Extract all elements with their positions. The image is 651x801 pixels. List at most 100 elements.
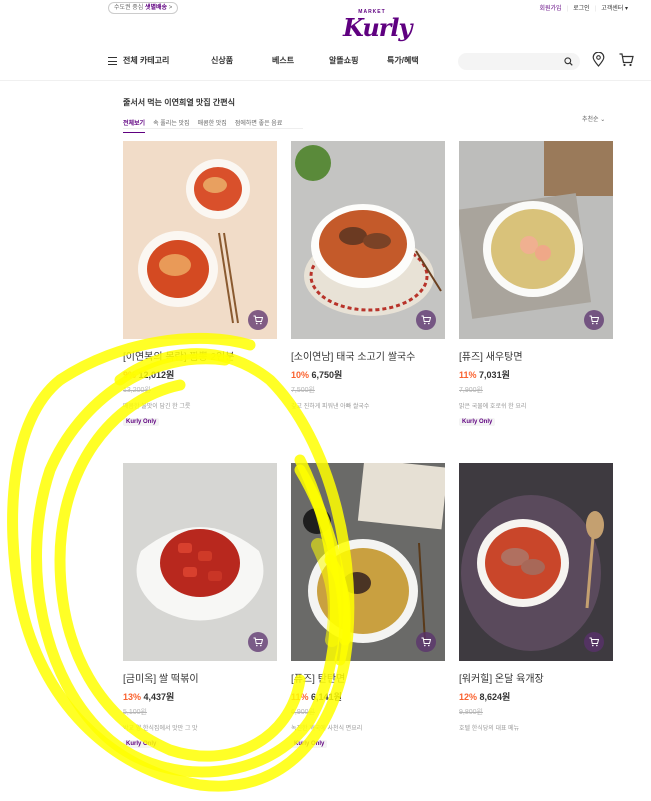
tab-spicy[interactable]: 매콤한 맛집	[198, 117, 227, 133]
product-photo	[291, 141, 445, 339]
original-price: 13,200원	[123, 387, 151, 394]
sale-price: 7,031원	[479, 370, 510, 380]
original-price: 9,800원	[459, 709, 483, 716]
logo-kurly-text: Kurly	[343, 13, 412, 42]
product-description: 매콤한 불맛이 담긴 한 그릇	[123, 404, 191, 410]
add-to-cart-button[interactable]	[416, 310, 436, 330]
product-price-row: 12% 8,624원	[459, 690, 613, 703]
product-name[interactable]: [이연복의 목란] 짬뽕 2인분	[123, 348, 277, 363]
sale-price: 8,624원	[479, 692, 511, 702]
cart-icon	[253, 315, 263, 325]
add-to-cart-button[interactable]	[584, 310, 604, 330]
cart-icon	[253, 637, 263, 647]
product-price-row: 9% 12,012원	[123, 368, 277, 381]
product-card[interactable]: [워커힐] 온달 육개장 12% 8,624원 9,800원 호텔 한식당의 대…	[459, 463, 613, 732]
tab-soup[interactable]: 속 풀리는 맛집	[153, 117, 189, 133]
product-card[interactable]: [퓨즈] 새우탕면 11% 7,031원 7,900원 맑은 국물에 호로쉬 한…	[459, 141, 613, 428]
cart-icon	[589, 637, 599, 647]
product-image[interactable]	[123, 463, 277, 661]
product-description: 박교 양 한식집에서 맛만 그 맛	[123, 726, 198, 732]
product-image[interactable]	[291, 141, 445, 339]
kurly-only-badge: Kurly Only	[123, 740, 160, 748]
sale-price: 4,437원	[143, 692, 175, 702]
product-card[interactable]: [소이연남] 태국 소고기 쌀국수 10% 6,750원 7,500원 깊고 진…	[291, 141, 445, 410]
delivery-area-badge[interactable]: 수도권 중심 샛별배송 >	[108, 2, 179, 14]
product-photo	[459, 463, 613, 661]
product-photo	[459, 141, 613, 339]
discount-rate: 10%	[291, 370, 310, 380]
cart-icon	[589, 315, 599, 325]
discount-rate: 12%	[459, 692, 478, 702]
cart-icon	[421, 637, 431, 647]
product-card[interactable]: [금미옥] 쌀 떡볶이 13% 4,437원 5,100원 박교 양 한식집에서…	[123, 463, 277, 750]
top-utility-bar: 수도권 중심 샛별배송 > 회원가입 | 로그인 | 고객센터 ▾	[0, 0, 651, 16]
original-price: 6,900원	[291, 709, 315, 716]
product-card[interactable]: [퓨즈] 탄탄면 11% 6,141원 6,900원 녹진한 깨국에 사천식 면…	[291, 463, 445, 750]
kurly-logo[interactable]: MARKET Kurly	[343, 9, 412, 42]
product-description: 깊고 진하게 피워낸 아빠 쌀국수	[291, 404, 370, 410]
add-to-cart-button[interactable]	[416, 632, 436, 652]
discount-rate: 13%	[123, 692, 142, 702]
sale-price: 6,750원	[311, 370, 343, 380]
product-name[interactable]: [퓨즈] 새우탕면	[459, 348, 613, 363]
nav-special-deals[interactable]: 특가/혜택	[387, 55, 419, 66]
section-title: 줄서서 먹는 이연희열 맛집 간편식	[123, 98, 235, 107]
search-box	[458, 53, 580, 70]
nav-bargain[interactable]: 알뜰쇼핑	[329, 55, 358, 66]
tab-all[interactable]: 전체보기	[123, 117, 146, 133]
product-image[interactable]	[459, 463, 613, 661]
sale-price: 12,012원	[138, 370, 175, 380]
sort-dropdown[interactable]: 추천순 ⌄	[582, 114, 605, 123]
delivery-prefix: 수도권 중심	[114, 5, 145, 11]
product-description: 녹진한 깨국에 사천식 면요리	[291, 726, 363, 732]
product-price-row: 11% 7,031원	[459, 368, 613, 381]
product-name[interactable]: [퓨즈] 탄탄면	[291, 670, 445, 685]
tab-divider	[123, 128, 303, 129]
customer-center-link[interactable]: 고객센터 ▾	[596, 3, 633, 12]
nav-new-products[interactable]: 신상품	[211, 55, 233, 66]
kurly-only-badge: Kurly Only	[291, 740, 328, 748]
product-image[interactable]	[291, 463, 445, 661]
product-description: 호텔 한식당의 대표 메뉴	[459, 726, 520, 732]
kurly-only-badge: Kurly Only	[459, 418, 496, 426]
original-price: 7,900원	[459, 387, 483, 394]
original-price: 7,500원	[291, 387, 315, 394]
discount-rate: 11%	[459, 370, 477, 380]
product-price-row: 13% 4,437원	[123, 690, 277, 703]
product-photo	[123, 463, 277, 661]
product-price-row: 11% 6,141원	[291, 690, 445, 703]
all-category-menu[interactable]: 전체 카테고리	[123, 55, 169, 66]
add-to-cart-button[interactable]	[248, 632, 268, 652]
add-to-cart-button[interactable]	[248, 310, 268, 330]
filter-tabs: 전체보기 속 풀리는 맛집 매콤한 맛집 점에하면 좋은 음료	[123, 112, 290, 133]
cart-icon	[421, 315, 431, 325]
product-name[interactable]: [금미옥] 쌀 떡볶이	[123, 670, 277, 685]
product-name[interactable]: [소이연남] 태국 소고기 쌀국수	[291, 348, 445, 363]
original-price: 5,100원	[123, 709, 147, 716]
nav-divider	[0, 80, 651, 81]
search-icon[interactable]	[564, 57, 573, 66]
tab-drinks[interactable]: 점에하면 좋은 음료	[235, 117, 283, 133]
cart-icon[interactable]	[619, 53, 634, 67]
product-photo	[291, 463, 445, 661]
kurly-only-badge: Kurly Only	[123, 418, 160, 426]
location-pin-icon[interactable]	[592, 52, 605, 67]
search-input[interactable]	[468, 56, 558, 67]
add-to-cart-button[interactable]	[584, 632, 604, 652]
delivery-suffix: >	[167, 5, 173, 11]
product-image[interactable]	[123, 141, 277, 339]
login-link[interactable]: 로그인	[568, 3, 595, 12]
discount-rate: 9%	[123, 370, 137, 380]
discount-rate: 11%	[291, 692, 309, 702]
delivery-highlight: 샛별배송	[144, 5, 168, 11]
product-description: 맑은 국물에 호로쉬 한 요리	[459, 404, 527, 410]
product-image[interactable]	[459, 141, 613, 339]
signup-link[interactable]: 회원가입	[534, 3, 566, 12]
nav-best[interactable]: 베스트	[272, 55, 294, 66]
product-photo	[138, 159, 250, 324]
product-card[interactable]: [이연복의 목란] 짬뽕 2인분 9% 12,012원 13,200원 매콤한 …	[123, 141, 277, 428]
product-price-row: 10% 6,750원	[291, 368, 445, 381]
product-name[interactable]: [워커힐] 온달 육개장	[459, 670, 613, 685]
user-menu: 회원가입 | 로그인 | 고객센터 ▾	[534, 3, 633, 12]
hamburger-menu-icon[interactable]	[108, 57, 117, 65]
